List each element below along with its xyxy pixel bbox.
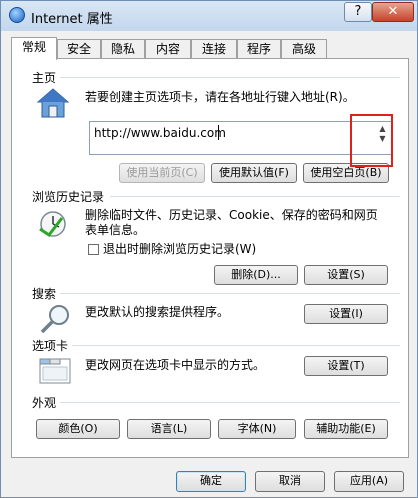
accessibility-button[interactable]: 辅助功能(E)	[304, 419, 388, 439]
search-group-title: 搜索	[32, 287, 57, 301]
tabs-icon	[39, 358, 71, 384]
window-title: Internet 属性	[31, 12, 113, 27]
tab-programs[interactable]: 程序	[237, 39, 281, 59]
fonts-button[interactable]: 字体(N)	[218, 419, 296, 439]
history-description-line1: 删除临时文件、历史记录、Cookie、保存的密码和网页	[85, 208, 378, 222]
internet-options-window: Internet 属性 ? ✕ 常规 安全 隐私 内容 连接 程序 高级 主页 …	[0, 0, 418, 498]
history-icon	[39, 211, 66, 238]
tab-privacy[interactable]: 隐私	[101, 39, 145, 59]
tab-content[interactable]: 内容	[145, 39, 191, 59]
delete-history-button[interactable]: 删除(D)...	[214, 265, 298, 285]
divider	[72, 345, 400, 346]
cancel-button[interactable]: 取消	[255, 471, 325, 492]
help-button[interactable]: ?	[344, 2, 372, 22]
divider	[60, 402, 400, 403]
use-current-button[interactable]: 使用当前页(C)	[119, 163, 205, 183]
tabs-group-title: 选项卡	[32, 339, 69, 353]
history-settings-button[interactable]: 设置(S)	[304, 265, 388, 285]
divider	[110, 196, 400, 197]
history-group-title: 浏览历史记录	[32, 190, 105, 204]
tab-security[interactable]: 安全	[57, 39, 101, 59]
colors-button[interactable]: 颜色(O)	[36, 419, 120, 439]
tabs-description: 更改网页在选项卡中显示的方式。	[85, 358, 266, 372]
search-icon	[40, 305, 69, 334]
history-description-line2: 表单信息。	[85, 223, 146, 237]
delete-on-exit-label[interactable]: 退出时删除浏览历史记录(W)	[103, 242, 256, 257]
text-caret	[218, 125, 219, 140]
search-description: 更改默认的搜索提供程序。	[85, 305, 230, 319]
tab-general[interactable]: 常规	[11, 37, 57, 60]
divider	[60, 293, 400, 294]
home-url-text: http://www.baidu.com	[94, 126, 226, 140]
highlight-annotation	[350, 114, 393, 167]
delete-on-exit-checkbox[interactable]	[88, 244, 99, 255]
appearance-group-title: 外观	[32, 396, 57, 410]
use-default-button[interactable]: 使用默认值(F)	[211, 163, 297, 183]
home-page-group-title: 主页	[32, 71, 57, 85]
tab-advanced[interactable]: 高级	[281, 39, 327, 59]
apply-button[interactable]: 应用(A)	[334, 471, 404, 492]
ok-button[interactable]: 确定	[176, 471, 246, 492]
close-button[interactable]: ✕	[372, 2, 414, 22]
divider	[60, 77, 400, 78]
tab-connections[interactable]: 连接	[191, 39, 237, 59]
search-settings-button[interactable]: 设置(I)	[304, 304, 388, 324]
internet-explorer-icon	[9, 7, 25, 23]
home-description: 若要创建主页选项卡，请在各地址行键入地址(R)。	[85, 90, 355, 104]
home-icon	[36, 88, 70, 118]
tabs-settings-button[interactable]: 设置(T)	[304, 356, 388, 376]
languages-button[interactable]: 语言(L)	[127, 419, 211, 439]
home-url-textarea[interactable]: http://www.baidu.com ▲ ▼	[89, 121, 393, 155]
title-bar[interactable]: Internet 属性 ? ✕	[1, 1, 417, 31]
